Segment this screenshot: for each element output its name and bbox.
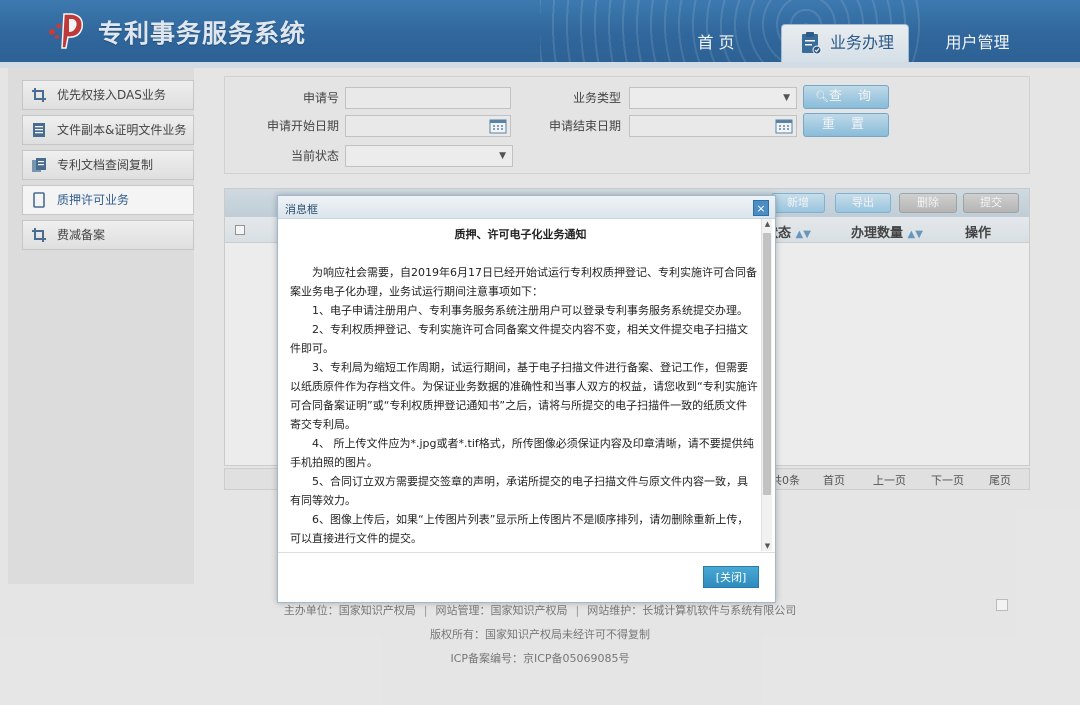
close-button[interactable]: [关闭] [703, 566, 759, 588]
message-dialog: 消息框 × 质押、许可电子化业务通知 为响应社会需要，自2019年6月17日已经… [277, 195, 776, 603]
dialog-body: 质押、许可电子化业务通知 为响应社会需要，自2019年6月17日已经开始试运行专… [278, 219, 775, 551]
scroll-up-icon[interactable]: ▲ [763, 220, 772, 228]
notice-paragraph: 1、电子申请注册用户、专利事务服务系统注册用户可以登录专利事务服务系统提交办理。 [312, 304, 748, 317]
notice-paragraph: 为响应社会需要，自2019年6月17日已经开始试运行专利权质押登记、专利实施许可… [290, 266, 757, 298]
notice-paragraph: 4、 所上传文件应为*.jpg或者*.tif格式，所传图像必须保证内容及印章清晰… [290, 437, 754, 469]
notice-heading: 质押、许可电子化业务通知 [454, 228, 587, 241]
dialog-footer: [关闭] [278, 552, 775, 602]
notice-paragraph: 5、合同订立双方需要提交签章的声明，承诺所提交的电子扫描文件与原文件内容一致，具… [290, 475, 748, 507]
footer-maintain: 网站维护：长城计算机软件与系统有限公司 [587, 604, 797, 617]
scroll-thumb[interactable] [763, 233, 771, 495]
scroll-down-icon[interactable]: ▼ [763, 542, 772, 550]
notice-paragraph: 2、专利权质押登记、专利实施许可合同备案文件提交内容不变，相关文件提交电子扫描文… [290, 323, 748, 355]
footer-manage: 网站管理：国家知识产权局 [435, 604, 568, 617]
dialog-titlebar: 消息框 × [278, 196, 775, 219]
dialog-title: 消息框 [285, 203, 318, 216]
notice-text: 为响应社会需要，自2019年6月17日已经开始试运行专利权质押登记、专利实施许可… [290, 263, 758, 548]
footer-host: 主办单位：国家知识产权局 [283, 604, 416, 617]
dialog-scrollbar[interactable]: ▲ ▼ [761, 219, 772, 551]
footer-icp: ICP备案编号：京ICP备05069085号 [450, 652, 630, 665]
notice-paragraph: 6、图像上传后，如果“上传图片列表”显示所上传图片不是顺序排列，请勿删除重新上传… [290, 513, 749, 545]
close-icon[interactable]: × [753, 200, 769, 216]
notice-paragraph: 3、专利局为缩短工作周期，试运行期间，基于电子扫描文件进行备案、登记工作，但需要… [290, 361, 758, 431]
footer-copyright: 版权所有：国家知识产权局未经许可不得复制 [430, 628, 650, 641]
footer-line-1: 主办单位：国家知识产权局 | 网站管理：国家知识产权局 | 网站维护：长城计算机软件与系… [283, 604, 797, 617]
broken-image-icon [996, 599, 1008, 611]
